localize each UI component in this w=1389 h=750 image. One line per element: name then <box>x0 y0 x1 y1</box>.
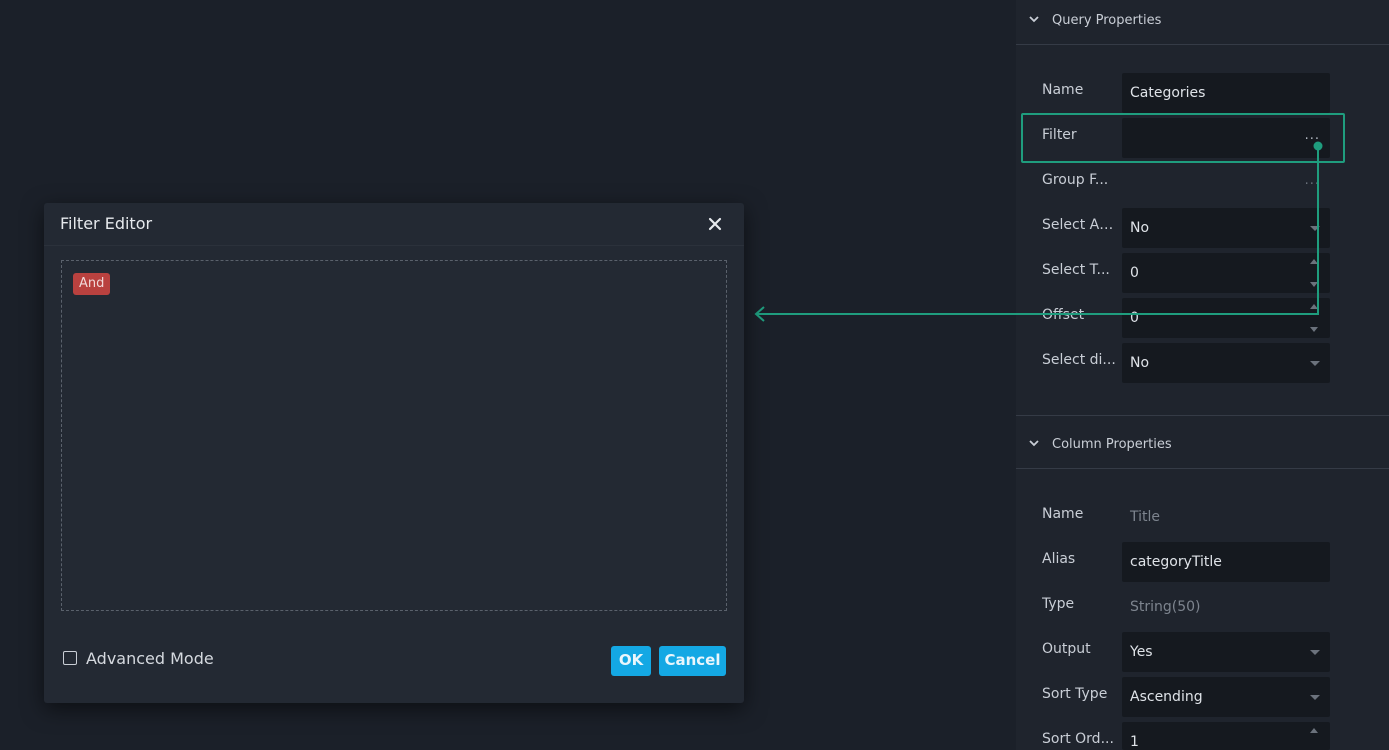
offset-label: Offset <box>1042 307 1085 323</box>
group-filter-ellipsis-button[interactable]: ... <box>1305 173 1320 188</box>
alias-value: categoryTitle <box>1130 554 1222 570</box>
caret-down-icon <box>1310 226 1320 231</box>
sort-type-label: Sort Type <box>1042 686 1108 702</box>
select-distinct-dropdown[interactable]: No <box>1122 343 1330 383</box>
sort-type-dropdown[interactable]: Ascending <box>1122 677 1330 717</box>
ok-button[interactable]: OK <box>611 646 651 676</box>
output-value: Yes <box>1130 644 1153 660</box>
spin-up-icon[interactable] <box>1310 304 1318 309</box>
sort-type-value: Ascending <box>1130 689 1203 705</box>
filter-label: Filter <box>1042 127 1077 143</box>
chevron-down-icon <box>1029 16 1039 23</box>
alias-field[interactable]: categoryTitle <box>1122 542 1330 582</box>
query-name-value: Categories <box>1130 85 1206 101</box>
column-name-label: Name <box>1042 506 1084 522</box>
properties-panel: Query Properties Name Categories Filter … <box>1016 0 1389 750</box>
output-label: Output <box>1042 641 1091 657</box>
offset-stepper[interactable]: 0 <box>1122 298 1330 338</box>
advanced-mode-label[interactable]: Advanced Mode <box>86 649 214 668</box>
select-top-value: 0 <box>1130 265 1139 281</box>
section-divider <box>1016 415 1389 416</box>
select-top-label: Select T... <box>1042 262 1110 278</box>
caret-down-icon <box>1310 695 1320 700</box>
type-label: Type <box>1042 596 1075 612</box>
group-filter-field[interactable]: ... <box>1122 163 1330 203</box>
query-properties-header[interactable]: Query Properties <box>1016 0 1389 45</box>
sort-order-stepper[interactable]: 1 <box>1122 722 1330 750</box>
offset-value: 0 <box>1130 310 1139 326</box>
spin-up-icon[interactable] <box>1310 728 1318 733</box>
chevron-down-icon <box>1029 440 1039 447</box>
spin-up-icon[interactable] <box>1310 259 1318 264</box>
select-distinct-label: Select di... <box>1042 352 1116 368</box>
select-distinct-value: No <box>1130 355 1150 371</box>
select-all-label: Select Al... <box>1042 217 1116 233</box>
output-dropdown[interactable]: Yes <box>1122 632 1330 672</box>
select-all-value: No <box>1130 220 1150 236</box>
spin-down-icon[interactable] <box>1310 327 1318 332</box>
type-value: String(50) <box>1130 599 1201 615</box>
spin-down-icon[interactable] <box>1310 282 1318 287</box>
column-properties-header[interactable]: Column Properties <box>1016 424 1389 469</box>
select-all-dropdown[interactable]: No <box>1122 208 1330 248</box>
cancel-button[interactable]: Cancel <box>659 646 726 676</box>
advanced-mode-checkbox[interactable] <box>63 651 77 665</box>
sort-order-value: 1 <box>1130 734 1139 750</box>
caret-down-icon <box>1310 361 1320 366</box>
filter-field[interactable]: ... <box>1122 118 1330 158</box>
filter-editor-dialog: Filter Editor And Advanced Mode OK Cance… <box>44 203 744 703</box>
select-top-stepper[interactable]: 0 <box>1122 253 1330 293</box>
alias-label: Alias <box>1042 551 1076 567</box>
group-filter-label: Group F... <box>1042 172 1109 188</box>
caret-down-icon <box>1310 650 1320 655</box>
name-label: Name <box>1042 82 1084 98</box>
column-name-value: Title <box>1130 509 1161 525</box>
group-operator-and-button[interactable]: And <box>73 273 111 295</box>
sort-order-label: Sort Ord... <box>1042 731 1114 747</box>
dialog-title: Filter Editor <box>60 214 153 233</box>
filter-ellipsis-button[interactable]: ... <box>1305 128 1320 143</box>
query-properties-title: Query Properties <box>1052 13 1162 28</box>
query-name-field[interactable]: Categories <box>1122 73 1330 113</box>
column-properties-title: Column Properties <box>1052 437 1172 452</box>
close-icon[interactable] <box>706 215 724 233</box>
dialog-header-divider <box>44 245 744 246</box>
filter-tree-area[interactable]: And <box>61 260 727 611</box>
